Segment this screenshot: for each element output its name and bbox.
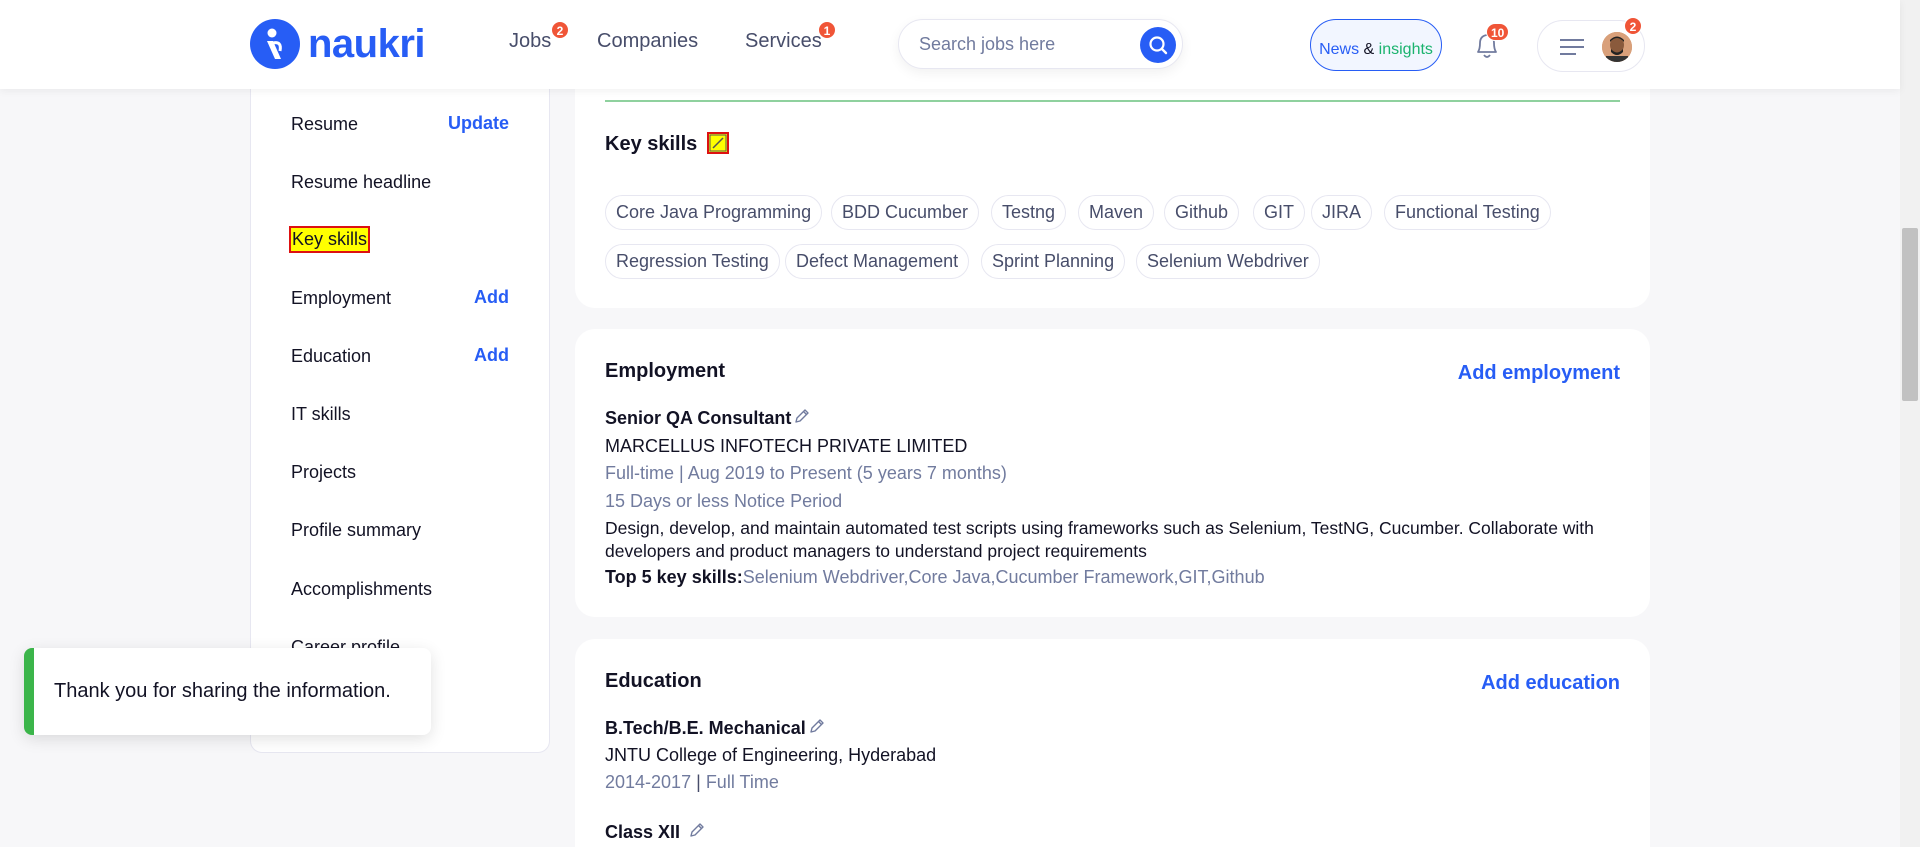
sidebar-item-employment[interactable]: Employment [291,288,391,309]
notice-period: 15 Days or less Notice Period [605,491,843,511]
employment-description: Design, develop, and maintain automated … [605,518,1594,561]
scrollbar-thumb[interactable] [1902,228,1918,401]
sidebar-item-projects[interactable]: Projects [291,462,356,483]
add-education-link[interactable]: Add education [1481,672,1620,695]
employment-duration: Full-time | Aug 2019 to Present (5 years… [605,463,1007,483]
search-input[interactable] [919,34,1129,55]
page-scrollbar[interactable] [1900,0,1920,847]
naukri-logo-icon [250,19,300,69]
naukri-logo[interactable]: naukri [250,19,426,69]
skill-chip[interactable]: Regression Testing [605,244,780,279]
skill-chip[interactable]: Defect Management [785,244,970,279]
skill-chip[interactable]: Selenium Webdriver [1136,244,1320,279]
sidebar-item-resume-headline[interactable]: Resume headline [291,172,431,193]
news-amp: & [1363,41,1375,58]
skill-chip[interactable]: Maven [1078,195,1155,230]
key-skills-title: Key skills [605,133,698,155]
education-degree: B.Tech/B.E. Mechanical [605,718,806,738]
employment-add-link[interactable]: Add [474,287,509,308]
sidebar-item-resume[interactable]: Resume [291,114,358,135]
education-college: JNTU College of Engineering, Hyderabad [605,745,937,765]
sidebar-item-education[interactable]: Education [291,346,371,367]
news-label: News [1319,41,1360,58]
class-xii-label: Class XII [605,822,681,842]
education-card: Education Add education B.Tech/B.E. Mech… [575,639,1650,847]
notifications-badge: 10 [1486,23,1510,41]
edit-employment-icon[interactable] [793,407,811,425]
edit-pencil-icon [709,134,727,152]
employment-company: MARCELLUS INFOTECH PRIVATE LIMITED [605,436,968,456]
employment-card: Employment Add employment Senior QA Cons… [575,329,1650,617]
edit-education-icon[interactable] [808,717,826,735]
skill-chip[interactable]: Sprint Planning [981,244,1126,279]
sidebar-item-profile-summary[interactable]: Profile summary [291,520,421,541]
key-skills-edit-button[interactable] [707,132,729,154]
education-title: Education [605,670,702,692]
menu-badge: 2 [1624,17,1642,35]
section-divider [605,100,1620,102]
sidebar-item-it-skills[interactable]: IT skills [291,404,351,425]
insights-label: insights [1378,41,1433,58]
skill-chip[interactable]: JIRA [1311,195,1373,230]
skill-chip[interactable]: BDD Cucumber [831,195,980,230]
top-skills-row: Top 5 key skills:Selenium Webdriver,Core… [605,567,1265,588]
avatar [1602,32,1632,62]
employment-title: Employment [605,360,726,382]
logo-text: naukri [308,21,426,66]
employment-role: Senior QA Consultant [605,408,792,428]
search-icon [1149,36,1168,55]
hamburger-icon [1560,39,1584,55]
nav-services-label: Services [745,30,822,52]
nav-jobs[interactable]: Jobs 2 [509,21,569,53]
skill-chip[interactable]: Functional Testing [1384,195,1551,230]
resume-update-link[interactable]: Update [448,113,509,134]
top-skills-list: Selenium Webdriver,Core Java,Cucumber Fr… [742,567,1265,587]
search-button[interactable] [1140,27,1176,63]
education-mode: Full Time [705,772,779,792]
nav-services-badge: 1 [818,21,836,39]
search-bar [898,19,1183,69]
skill-chip[interactable]: Github [1164,195,1240,230]
sidebar-item-accomplishments[interactable]: Accomplishments [291,579,432,600]
skill-chip[interactable]: Core Java Programming [605,195,823,230]
education-years-row: 2014-2017 | Full Time [605,772,779,792]
nav-companies[interactable]: Companies [597,30,698,53]
sidebar-item-key-skills[interactable]: Key skills [289,226,371,253]
edit-class-xii-icon[interactable] [688,821,706,839]
news-insights-button[interactable]: News & insights [1310,19,1442,71]
top-header: naukri Jobs 2 Companies Services 1 News … [0,0,1900,89]
notifications-button[interactable]: 10 [1472,23,1510,67]
nav-jobs-badge: 2 [551,21,569,39]
profile-menu-button[interactable]: 2 [1537,17,1645,72]
nav-companies-label: Companies [597,30,699,52]
skill-chip[interactable]: Testng [991,195,1067,230]
toast-notification: Thank you for sharing the information. [24,648,431,735]
key-skills-card: Key skills Core Java Programming BDD Cuc… [575,60,1650,308]
education-years: 2014-2017 [605,772,692,792]
toast-message: Thank you for sharing the information. [54,680,391,702]
skill-chip[interactable]: GIT [1253,195,1305,230]
add-employment-link[interactable]: Add employment [1458,362,1620,385]
nav-jobs-label: Jobs [509,30,552,52]
top-skills-label: Top 5 key skills: [605,567,743,587]
education-add-link[interactable]: Add [474,345,509,366]
nav-services[interactable]: Services 1 [745,21,836,53]
